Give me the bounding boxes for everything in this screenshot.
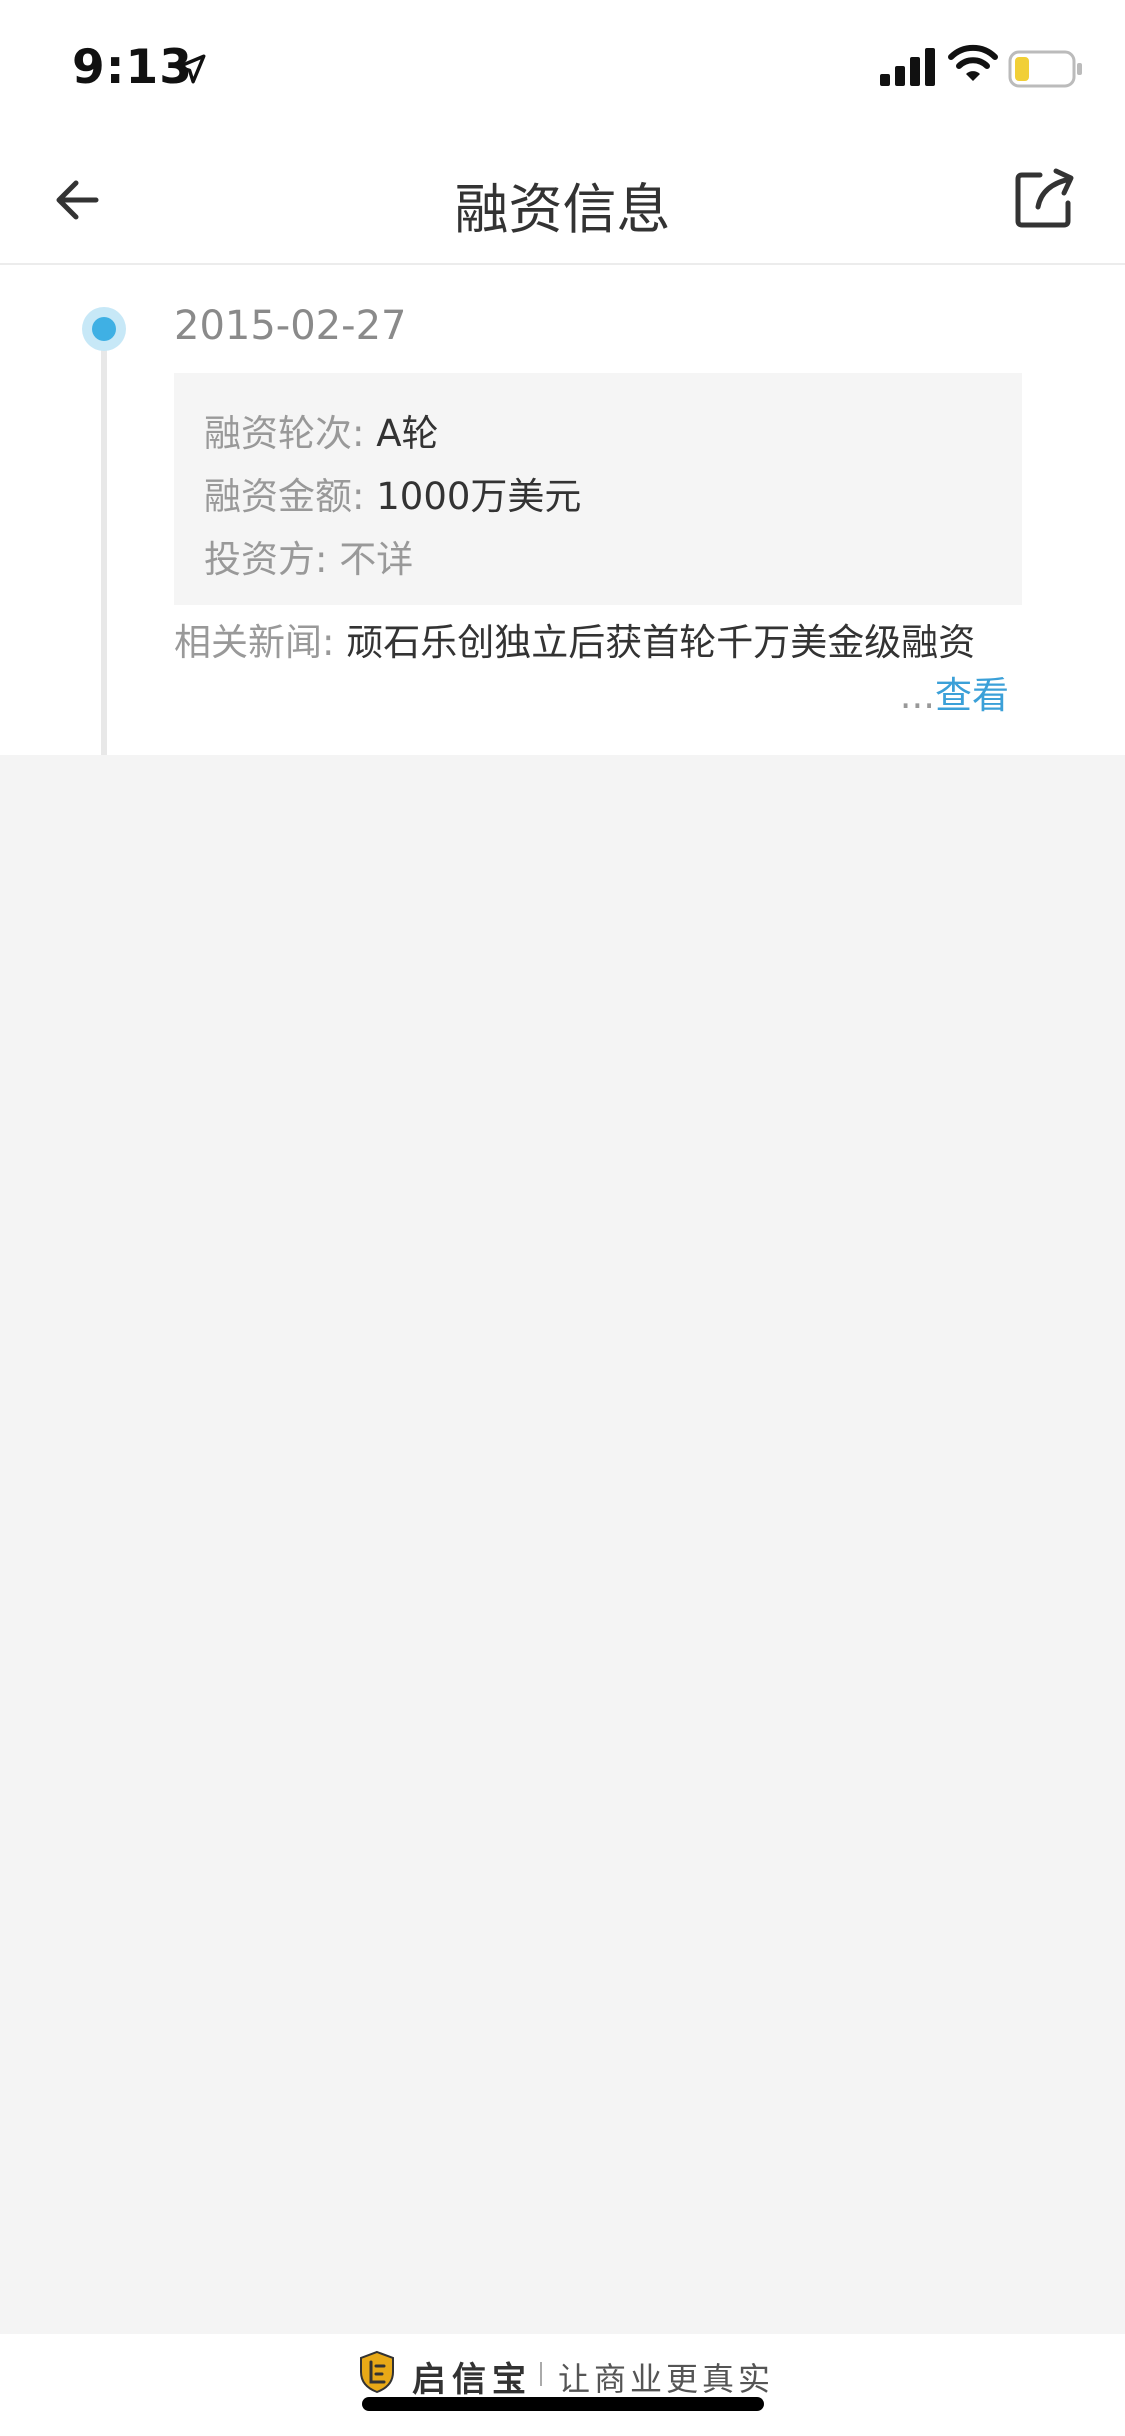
status-bar: 9:13 — [0, 0, 1125, 135]
round-label: 融资轮次: — [204, 412, 365, 455]
ellipsis: ... — [899, 674, 935, 717]
battery-icon — [1008, 50, 1082, 88]
brand-name: 启信宝 — [412, 2360, 532, 2400]
amount-value: 1000万美元 — [376, 475, 582, 518]
timeline-line — [101, 321, 107, 755]
view-more[interactable]: ...查看 — [900, 665, 1009, 719]
timeline-dot — [82, 307, 126, 351]
nav-bar: 融资信息 — [0, 135, 1125, 265]
view-link[interactable]: 查看 — [935, 674, 1009, 717]
investor-row: 投资方: 不详 — [204, 529, 413, 583]
location-arrow-icon — [176, 54, 206, 84]
page-title: 融资信息 — [454, 178, 671, 241]
news-label: 相关新闻: — [174, 621, 335, 664]
financing-date: 2015-02-27 — [174, 303, 407, 349]
financing-timeline: 2015-02-27 融资轮次: A轮 融资金额: 1000万美元 投资方: 不… — [0, 265, 1125, 755]
news-headline[interactable]: 顽石乐创独立后获首轮千万美金级融资 — [346, 621, 975, 664]
amount-row: 融资金额: 1000万美元 — [204, 466, 581, 520]
home-indicator[interactable] — [362, 2397, 764, 2411]
footer-brand-bar: 启信宝 让商业更真实 — [0, 2334, 1125, 2436]
share-icon[interactable] — [1010, 163, 1080, 233]
related-news[interactable]: 相关新闻: 顽石乐创独立后获首轮千万美金级融资 — [174, 620, 1014, 665]
signal-icon — [880, 48, 935, 86]
shield-logo-icon — [360, 2350, 394, 2394]
amount-label: 融资金额: — [204, 475, 365, 518]
investor-value: 不详 — [339, 538, 414, 581]
financing-info-card: 融资轮次: A轮 融资金额: 1000万美元 投资方: 不详 — [174, 373, 1022, 605]
round-row: 融资轮次: A轮 — [204, 403, 439, 457]
brand-divider — [540, 2362, 542, 2386]
round-value: A轮 — [376, 412, 439, 455]
brand-slogan: 让商业更真实 — [558, 2360, 775, 2398]
investor-label: 投资方: — [204, 538, 328, 581]
wifi-icon — [948, 44, 998, 81]
